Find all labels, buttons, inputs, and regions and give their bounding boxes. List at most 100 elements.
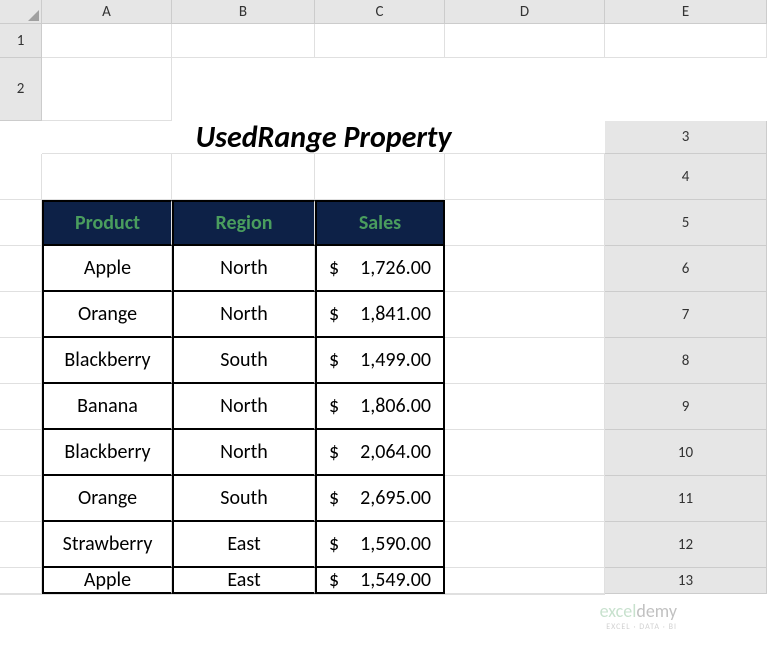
col-header-e[interactable]: E xyxy=(605,0,767,24)
cell-product-1[interactable]: Orange xyxy=(42,292,172,338)
currency-symbol: $ xyxy=(329,568,339,592)
cell-sales-0[interactable]: $ 1,726.00 xyxy=(315,246,445,292)
table-header-region[interactable]: Region xyxy=(172,200,315,246)
title-merged-cell[interactable]: UsedRange Property xyxy=(42,121,605,154)
currency-symbol: $ xyxy=(329,348,339,372)
cell-c1[interactable] xyxy=(315,24,445,58)
page-title: UsedRange Property xyxy=(196,119,452,156)
cell-a10[interactable] xyxy=(0,476,42,522)
cell-region-1[interactable]: North xyxy=(172,292,315,338)
row-header-10[interactable]: 10 xyxy=(605,430,767,476)
cell-sales-2[interactable]: $ 1,499.00 xyxy=(315,338,445,384)
cell-b1[interactable] xyxy=(172,24,315,58)
cell-product-3[interactable]: Banana xyxy=(42,384,172,430)
cell-e11[interactable] xyxy=(445,522,605,568)
cell-product-7[interactable]: Apple xyxy=(42,568,172,594)
cell-sales-7[interactable]: $ 1,549.00 xyxy=(315,568,445,594)
cell-e5[interactable] xyxy=(445,246,605,292)
cell-product-6[interactable]: Strawberry xyxy=(42,522,172,568)
table-header-product[interactable]: Product xyxy=(42,200,172,246)
cell-e3[interactable] xyxy=(445,154,605,200)
cell-region-0[interactable]: North xyxy=(172,246,315,292)
row-header-11[interactable]: 11 xyxy=(605,476,767,522)
select-all-triangle-icon xyxy=(28,10,39,21)
col-header-b[interactable]: B xyxy=(172,0,315,24)
cell-d3[interactable] xyxy=(315,154,445,200)
watermark: exceldemy EXCEL · DATA · BI xyxy=(600,600,677,632)
sales-value: 1,806.00 xyxy=(360,394,431,418)
cell-e6[interactable] xyxy=(445,292,605,338)
cell-region-7[interactable]: East xyxy=(172,568,315,594)
sales-value: 1,499.00 xyxy=(360,348,431,372)
row-header-3[interactable]: 3 xyxy=(605,121,767,154)
cell-e13[interactable] xyxy=(445,594,605,595)
cell-b3[interactable] xyxy=(42,154,172,200)
cell-a6[interactable] xyxy=(0,292,42,338)
sales-value: 2,064.00 xyxy=(360,440,431,464)
row-header-13[interactable]: 13 xyxy=(605,568,767,594)
cell-sales-6[interactable]: $ 1,590.00 xyxy=(315,522,445,568)
cell-b13[interactable] xyxy=(42,594,172,595)
cell-c13[interactable] xyxy=(172,594,315,595)
row-header-2[interactable]: 2 xyxy=(0,58,42,121)
row-header-5[interactable]: 5 xyxy=(605,200,767,246)
row-header-9[interactable]: 9 xyxy=(605,384,767,430)
cell-a1[interactable] xyxy=(42,24,172,58)
cell-e9[interactable] xyxy=(445,430,605,476)
sales-value: 1,590.00 xyxy=(360,532,431,556)
currency-symbol: $ xyxy=(329,256,339,280)
cell-c3[interactable] xyxy=(172,154,315,200)
cell-sales-4[interactable]: $ 2,064.00 xyxy=(315,430,445,476)
select-all-corner[interactable] xyxy=(0,0,42,24)
cell-sales-5[interactable]: $ 2,695.00 xyxy=(315,476,445,522)
cell-region-4[interactable]: North xyxy=(172,430,315,476)
row-header-7[interactable]: 7 xyxy=(605,292,767,338)
cell-region-3[interactable]: North xyxy=(172,384,315,430)
cell-a5[interactable] xyxy=(0,246,42,292)
cell-a11[interactable] xyxy=(0,522,42,568)
row-header-1[interactable]: 1 xyxy=(0,24,42,58)
currency-symbol: $ xyxy=(329,394,339,418)
sales-value: 1,726.00 xyxy=(360,256,431,280)
sales-value: 1,841.00 xyxy=(360,302,431,326)
cell-region-6[interactable]: East xyxy=(172,522,315,568)
cell-a7[interactable] xyxy=(0,338,42,384)
cell-a12[interactable] xyxy=(0,568,42,594)
cell-region-2[interactable]: South xyxy=(172,338,315,384)
cell-product-5[interactable]: Orange xyxy=(42,476,172,522)
cell-product-0[interactable]: Apple xyxy=(42,246,172,292)
cell-e4[interactable] xyxy=(445,200,605,246)
cell-a9[interactable] xyxy=(0,430,42,476)
col-header-d[interactable]: D xyxy=(445,0,605,24)
currency-symbol: $ xyxy=(329,440,339,464)
currency-symbol: $ xyxy=(329,532,339,556)
cell-e12[interactable] xyxy=(445,568,605,594)
row-header-12[interactable]: 12 xyxy=(605,522,767,568)
cell-e8[interactable] xyxy=(445,384,605,430)
cell-d1[interactable] xyxy=(445,24,605,58)
col-header-c[interactable]: C xyxy=(315,0,445,24)
cell-sales-1[interactable]: $ 1,841.00 xyxy=(315,292,445,338)
cell-a13[interactable] xyxy=(0,594,42,595)
sales-value: 2,695.00 xyxy=(360,486,431,510)
cell-sales-3[interactable]: $ 1,806.00 xyxy=(315,384,445,430)
cell-a2[interactable] xyxy=(42,58,172,121)
cell-e10[interactable] xyxy=(445,476,605,522)
watermark-logo: exceldemy xyxy=(600,600,677,622)
row-header-4[interactable]: 4 xyxy=(605,154,767,200)
row-header-6[interactable]: 6 xyxy=(605,246,767,292)
cell-region-5[interactable]: South xyxy=(172,476,315,522)
table-header-sales[interactable]: Sales xyxy=(315,200,445,246)
col-header-a[interactable]: A xyxy=(42,0,172,24)
row-header-8[interactable]: 8 xyxy=(605,338,767,384)
cell-a3[interactable] xyxy=(0,154,42,200)
watermark-tagline: EXCEL · DATA · BI xyxy=(600,622,677,632)
cell-product-4[interactable]: Blackberry xyxy=(42,430,172,476)
cell-e7[interactable] xyxy=(445,338,605,384)
cell-a8[interactable] xyxy=(0,384,42,430)
cell-e1[interactable] xyxy=(605,24,767,58)
cell-a4[interactable] xyxy=(0,200,42,246)
cell-product-2[interactable]: Blackberry xyxy=(42,338,172,384)
watermark-brand-part2: demy xyxy=(636,600,677,622)
cell-d13[interactable] xyxy=(315,594,445,595)
